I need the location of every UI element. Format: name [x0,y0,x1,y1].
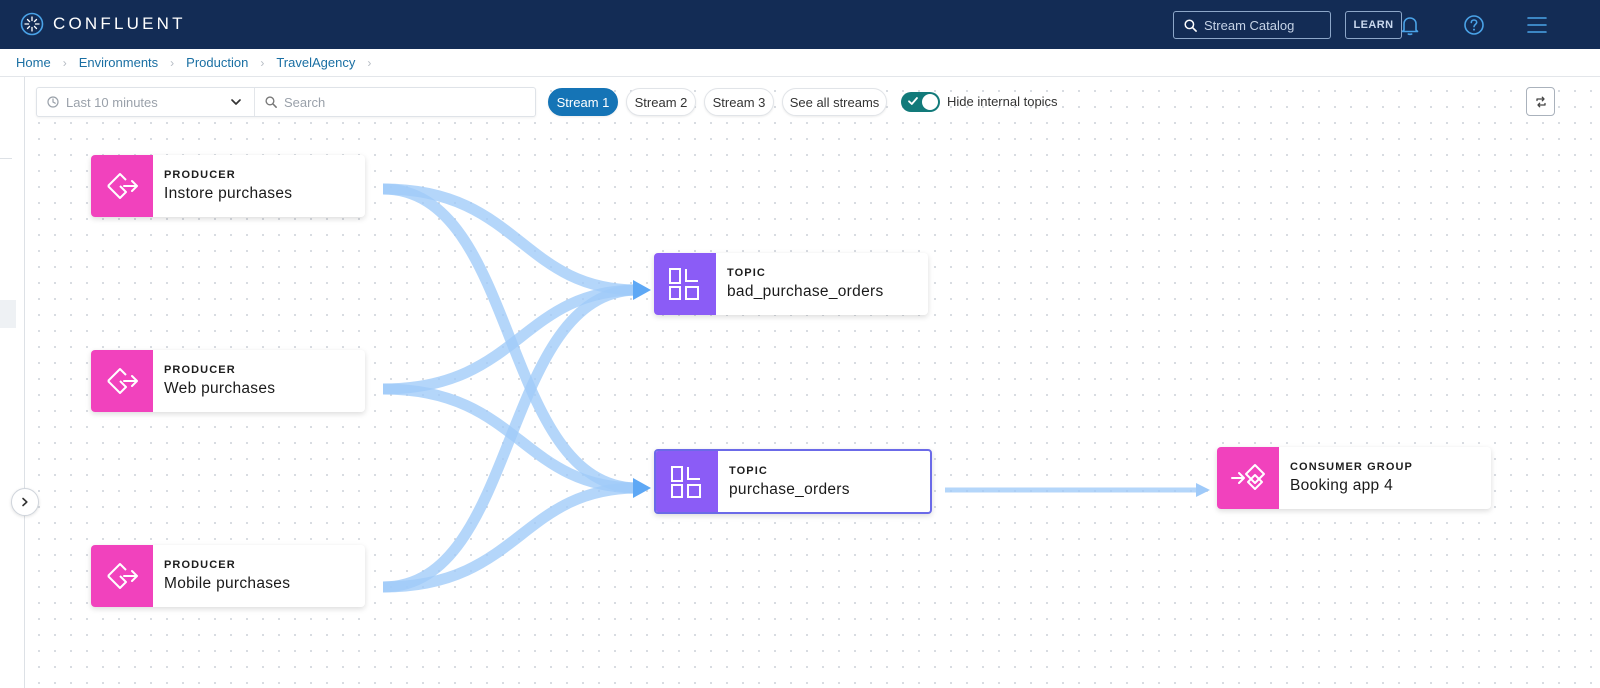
node-kind-label: TOPIC [729,464,768,477]
search-placeholder: Search [284,94,326,110]
consumer-group-icon [1231,464,1265,490]
see-all-streams-button[interactable]: See all streams [782,88,887,116]
hide-internal-topics-toggle[interactable] [901,92,940,112]
node-name-label: bad_purchase_orders [727,283,884,300]
producer-icon-box [91,155,153,217]
toggle-knob [922,94,938,110]
topic-icon-box [654,253,716,315]
refresh-icon [1535,96,1546,107]
node-name-label: Instore purchases [164,185,293,202]
node-kind-label: TOPIC [727,267,766,279]
topic-icon-box [656,451,718,512]
producer-node-instore[interactable]: PRODUCER Instore purchases [91,155,365,217]
producer-icon-box [91,545,153,607]
node-text: PRODUCER Web purchases [153,350,275,412]
producer-node-mobile[interactable]: PRODUCER Mobile purchases [91,545,365,607]
node-text: PRODUCER Instore purchases [153,155,292,217]
producer-icon-box [91,350,153,412]
chevron-down-icon [231,99,241,105]
topic-icon [671,465,701,498]
consumer-group-node-booking-app[interactable]: CONSUMER GROUP Booking app 4 [1217,447,1491,509]
topic-node-purchase-orders[interactable]: TOPIC purchase_orders [654,449,932,514]
node-text: CONSUMER GROUP Booking app 4 [1279,447,1413,509]
clock-icon [47,96,59,108]
producer-icon [107,173,138,199]
time-range-select[interactable]: Last 10 minutes [37,88,255,116]
arrow-booking-consumer [1196,483,1210,497]
node-kind-label: PRODUCER [164,169,236,181]
producer-icon [107,368,138,394]
node-name-label: Web purchases [164,380,276,397]
search-input[interactable]: Search [255,95,325,110]
stream-2-button[interactable]: Stream 2 [626,88,696,116]
node-text: TOPIC purchase_orders [718,451,850,512]
node-name-label: Booking app 4 [1290,477,1394,494]
check-icon [908,97,918,105]
producer-node-web[interactable]: PRODUCER Web purchases [91,350,365,412]
stream-1-button[interactable]: Stream 1 [548,88,618,116]
topic-node-bad-purchase-orders[interactable]: TOPIC bad_purchase_orders [654,253,928,315]
search-icon [265,96,277,108]
node-text: TOPIC bad_purchase_orders [716,253,884,315]
topic-icon [669,268,699,300]
consumer-icon-box [1217,447,1279,509]
arrow-purchase-topic [633,478,651,498]
node-name-label: Mobile purchases [164,575,291,592]
time-range-value: Last 10 minutes [66,94,158,110]
node-kind-label: CONSUMER GROUP [1290,461,1413,473]
hide-internal-topics-label: Hide internal topics [947,94,1058,109]
stream-3-button[interactable]: Stream 3 [704,88,774,116]
refresh-button[interactable] [1526,87,1555,116]
node-name-label: purchase_orders [729,480,850,498]
arrow-bad-topic [633,280,651,300]
node-kind-label: PRODUCER [164,364,236,376]
node-text: PRODUCER Mobile purchases [153,545,290,607]
node-kind-label: PRODUCER [164,559,236,571]
filter-bar: Last 10 minutes Search [36,87,536,117]
producer-icon [107,563,138,589]
